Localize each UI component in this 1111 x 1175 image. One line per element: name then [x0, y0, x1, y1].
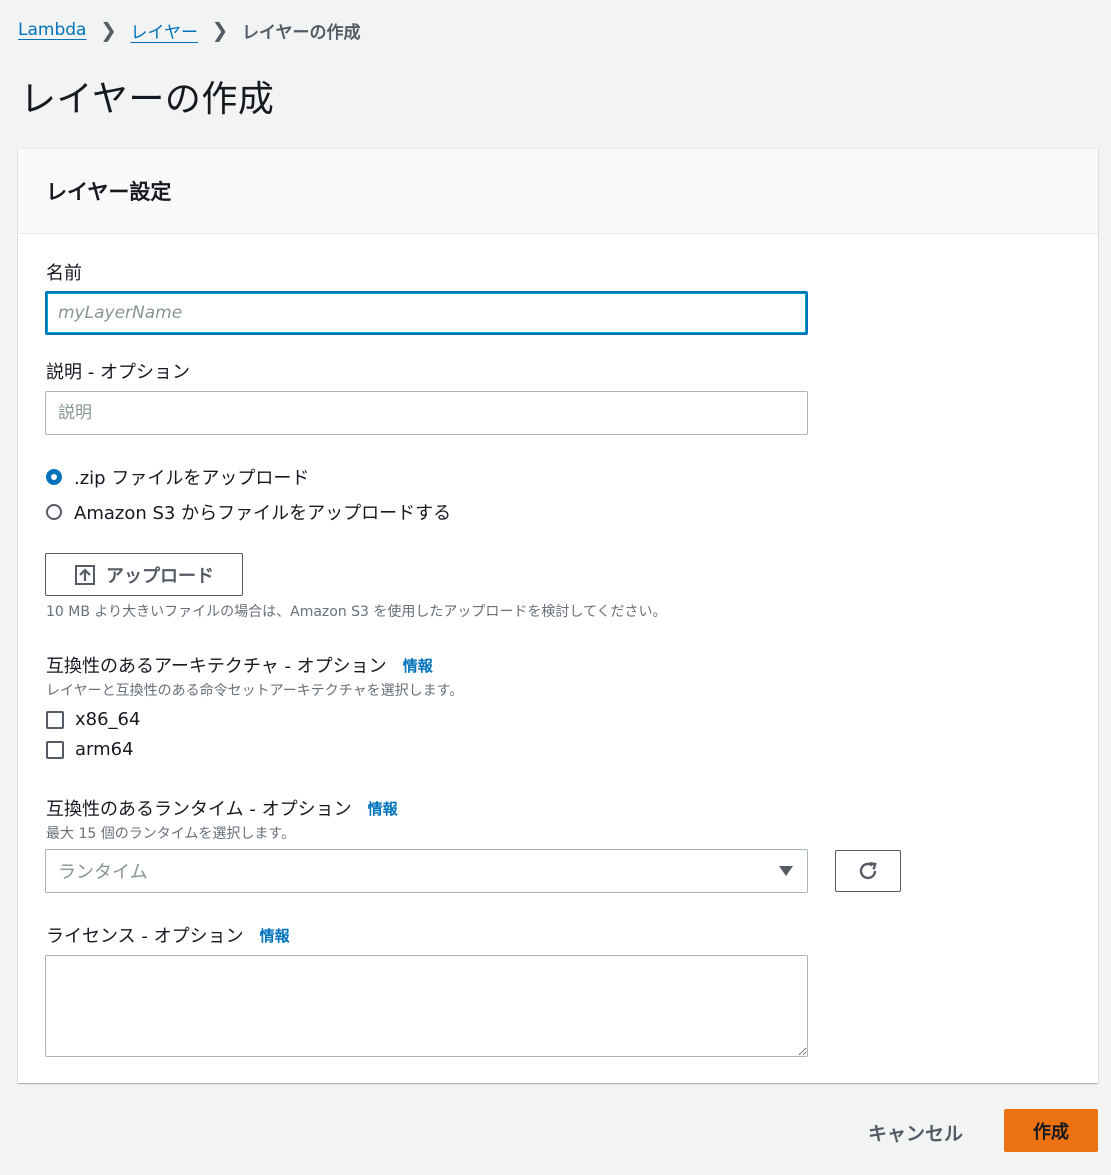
- runtime-select[interactable]: ランタイム: [45, 849, 808, 893]
- s3-upload-radio[interactable]: [46, 504, 62, 520]
- create-button[interactable]: 作成: [1004, 1109, 1098, 1152]
- upload-hint: 10 MB より大きいファイルの場合は、Amazon S3 を使用したアップロー…: [46, 604, 667, 620]
- upload-icon: [75, 564, 95, 585]
- arm64-checkbox[interactable]: [46, 740, 64, 759]
- panel-header: レイヤー設定: [18, 149, 1098, 234]
- license-label: ライセンス - オプション: [46, 926, 244, 947]
- zip-upload-option[interactable]: .zip ファイルをアップロード: [46, 464, 309, 490]
- runtime-select-placeholder: ランタイム: [58, 862, 148, 883]
- x86-label: x86_64: [75, 709, 141, 730]
- refresh-icon: [859, 862, 877, 880]
- architectures-label: 互換性のあるアーキテクチャ - オプション: [46, 656, 387, 677]
- s3-upload-option[interactable]: Amazon S3 からファイルをアップロードする: [46, 499, 451, 525]
- architectures-label-row: 互換性のあるアーキテクチャ - オプション 情報: [46, 652, 433, 678]
- cancel-button[interactable]: キャンセル: [868, 1119, 963, 1146]
- breadcrumb-lambda-link[interactable]: Lambda: [18, 20, 86, 40]
- breadcrumb-current: レイヤーの作成: [241, 22, 361, 43]
- arm64-label: arm64: [75, 739, 134, 760]
- arch-option-x86[interactable]: x86_64: [46, 709, 140, 730]
- runtimes-info-link[interactable]: 情報: [368, 798, 398, 819]
- breadcrumb: Lambda ❯ レイヤー ❯ レイヤーの作成: [18, 16, 360, 44]
- license-info-link[interactable]: 情報: [260, 925, 290, 946]
- runtimes-label: 互換性のあるランタイム - オプション: [46, 799, 352, 820]
- page-title: レイヤーの作成: [20, 79, 275, 120]
- arch-option-arm64[interactable]: arm64: [46, 739, 134, 760]
- panel-title: レイヤー設定: [46, 180, 172, 204]
- caret-down-icon: [779, 866, 793, 876]
- zip-upload-radio[interactable]: [46, 469, 62, 485]
- upload-button-label: アップロード: [106, 565, 214, 587]
- upload-button[interactable]: アップロード: [45, 553, 243, 596]
- s3-upload-label: Amazon S3 からファイルをアップロードする: [74, 503, 452, 524]
- zip-upload-label: .zip ファイルをアップロード: [74, 468, 310, 489]
- description-label: 説明 - オプション: [46, 362, 190, 383]
- breadcrumb-layers-link[interactable]: レイヤー: [130, 18, 198, 43]
- license-textarea[interactable]: [45, 955, 808, 1057]
- architectures-info-link[interactable]: 情報: [403, 655, 433, 676]
- runtimes-description: 最大 15 個のランタイムを選択します。: [46, 826, 296, 842]
- name-input[interactable]: [45, 291, 808, 335]
- runtimes-label-row: 互換性のあるランタイム - オプション 情報: [46, 795, 398, 821]
- architectures-description: レイヤーと互換性のある命令セットアーキテクチャを選択します。: [46, 683, 464, 699]
- name-label: 名前: [46, 263, 82, 284]
- refresh-runtimes-button[interactable]: [835, 850, 901, 892]
- description-input[interactable]: [45, 391, 808, 435]
- chevron-right-icon: ❯: [100, 18, 117, 42]
- chevron-right-icon: ❯: [211, 18, 229, 42]
- license-label-row: ライセンス - オプション 情報: [46, 922, 290, 948]
- x86-checkbox[interactable]: [46, 710, 64, 729]
- layer-settings-panel: レイヤー設定 名前 説明 - オプション .zip ファイルをアップロード Am…: [18, 149, 1098, 1083]
